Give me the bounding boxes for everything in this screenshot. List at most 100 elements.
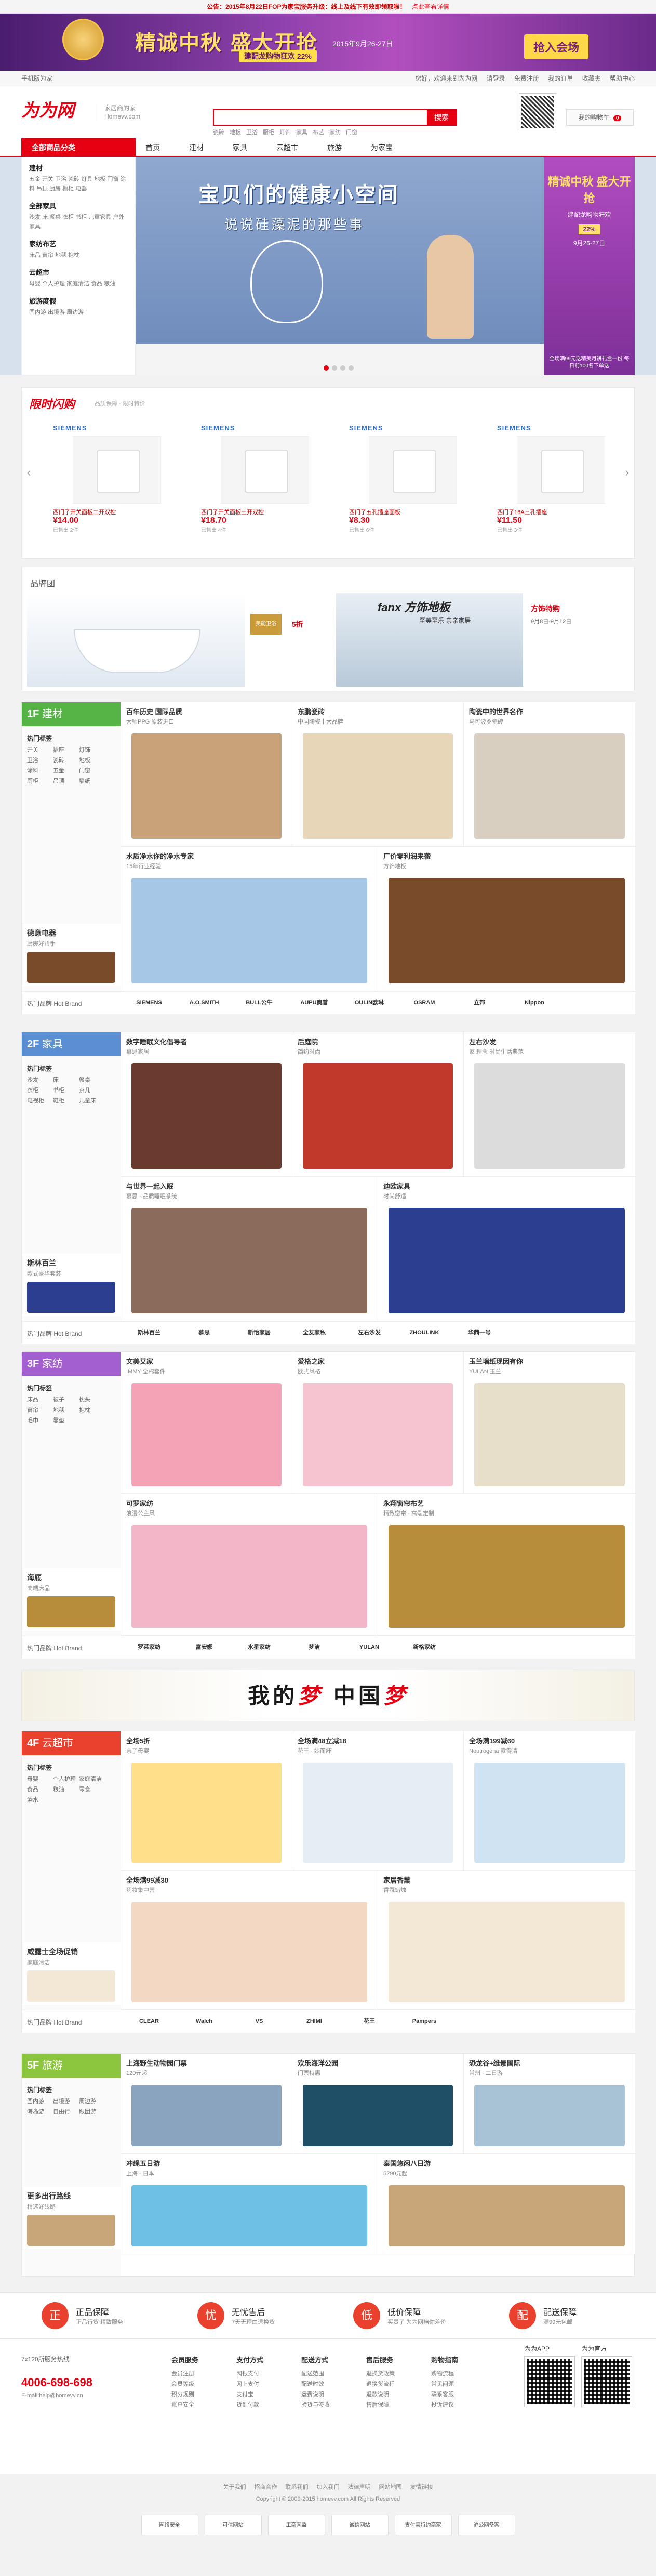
- prev-arrow-icon[interactable]: ‹: [27, 466, 31, 479]
- hot-word-link[interactable]: 家具: [296, 129, 307, 136]
- footer-link[interactable]: 常见问题: [431, 2379, 488, 2389]
- floor-cell[interactable]: 厂价零利润来袭 方饰地板: [378, 847, 635, 991]
- sidebar-group[interactable]: 云超市母婴 个人护理 家庭清洁 食品 粮油: [29, 267, 128, 288]
- product-name[interactable]: 西门子开关面板二开双控: [53, 508, 180, 516]
- carousel-dots[interactable]: [322, 365, 355, 372]
- hot-tag-link[interactable]: 沙发: [27, 1075, 53, 1085]
- floor-title[interactable]: 1F 建材: [22, 702, 121, 726]
- floor-cell[interactable]: 全场满99减30 药妆集中营: [121, 1871, 378, 2010]
- brand-logo[interactable]: 梦洁: [291, 1642, 338, 1651]
- nav-item[interactable]: 云超市: [276, 143, 298, 152]
- brand-logo[interactable]: 左右沙发: [346, 1328, 393, 1336]
- bottom-link[interactable]: 招商合作: [255, 2484, 277, 2490]
- hot-word-link[interactable]: 灯饰: [279, 129, 291, 136]
- hot-tag-link[interactable]: 茶几: [79, 1085, 105, 1096]
- favorites-link[interactable]: 收藏夹: [582, 75, 601, 82]
- hot-tag-link[interactable]: 床品: [27, 1395, 53, 1405]
- brand-logo[interactable]: YULAN: [346, 1644, 393, 1650]
- login-link[interactable]: 请登录: [487, 75, 505, 82]
- flash-product-card[interactable]: SIEMENS 西门子开关面板二开双控 ¥14.00 已售出 2件: [53, 424, 180, 549]
- footer-link[interactable]: 货到付款: [236, 2400, 293, 2410]
- hot-tag-link[interactable]: 周边游: [79, 2096, 105, 2107]
- hot-tag-link[interactable]: 厨柜: [27, 776, 53, 786]
- hot-tag-link[interactable]: 开关: [27, 745, 53, 755]
- site-logo[interactable]: 为为网: [21, 98, 84, 124]
- bottom-link[interactable]: 友情链接: [410, 2484, 433, 2490]
- hot-tag-link[interactable]: 靠垫: [53, 1415, 79, 1426]
- footer-link[interactable]: 会员注册: [171, 2369, 229, 2379]
- flash-product-card[interactable]: SIEMENS 西门子五孔插座面板 ¥8.30 已售出 6件: [349, 424, 476, 549]
- hot-tag-link[interactable]: 个人护理: [53, 1774, 79, 1784]
- brand-logo[interactable]: BULL公牛: [236, 998, 283, 1006]
- mobile-link[interactable]: 手机版为家: [21, 71, 52, 86]
- floor-title[interactable]: 5F 旅游: [22, 2054, 121, 2078]
- footer-link[interactable]: 退换货流程: [366, 2379, 423, 2389]
- floor-cell[interactable]: 全场5折 亲子母婴: [121, 1731, 292, 1871]
- footer-link[interactable]: 验货与签收: [301, 2400, 358, 2410]
- brand-logo[interactable]: VS: [236, 2018, 283, 2025]
- carousel-dot[interactable]: [340, 365, 345, 371]
- product-name[interactable]: 西门子16A三孔插座: [497, 508, 624, 516]
- hot-tag-link[interactable]: 吊顶: [53, 776, 79, 786]
- hot-tag-link[interactable]: 食品: [27, 1784, 53, 1795]
- floor-promo[interactable]: 斯林百兰 欧式豪华套装: [22, 1254, 121, 1316]
- floor-cell[interactable]: 冲绳五日游 上海 · 日本: [121, 2154, 378, 2254]
- product-image[interactable]: [368, 436, 457, 504]
- sidebar-group-links[interactable]: 母婴 个人护理 家庭清洁 食品 粮油: [29, 279, 128, 288]
- footer-link[interactable]: 账户安全: [171, 2400, 229, 2410]
- sidebar-group-title[interactable]: 旅游度假: [29, 296, 128, 306]
- register-link[interactable]: 免费注册: [514, 75, 539, 82]
- carousel-dot[interactable]: [324, 365, 329, 371]
- brand-logo[interactable]: 花王: [346, 2017, 393, 2025]
- footer-link[interactable]: 联系客服: [431, 2389, 488, 2400]
- brand-logo[interactable]: 富安娜: [181, 1642, 227, 1651]
- hot-word-link[interactable]: 门窗: [346, 129, 357, 136]
- carousel-dot[interactable]: [349, 365, 354, 371]
- banner-cta-button[interactable]: 抢入会场: [524, 34, 588, 59]
- product-image[interactable]: [72, 436, 161, 504]
- brand-logo[interactable]: ZHOULINK: [401, 1330, 448, 1336]
- hot-word-link[interactable]: 家纺: [329, 129, 341, 136]
- brand-logo[interactable]: 美能卫浴: [250, 614, 282, 635]
- floor-cell[interactable]: 水质净水你的净水专家 15年行业经验: [121, 847, 378, 991]
- hot-tag-link[interactable]: 零食: [79, 1784, 105, 1795]
- footer-link[interactable]: 投诉建议: [431, 2400, 488, 2410]
- hot-tag-link[interactable]: 地板: [79, 755, 105, 766]
- hot-word-link[interactable]: 瓷砖: [213, 129, 224, 136]
- nav-item[interactable]: 为家宝: [371, 143, 393, 152]
- nav-item[interactable]: 旅游: [327, 143, 342, 152]
- brand-logo[interactable]: Nippon: [511, 1000, 558, 1006]
- floor-ad[interactable]: fanx 方饰地板 至美至乐 亲亲家居: [336, 593, 523, 687]
- all-categories-button[interactable]: 全部商品分类: [21, 138, 136, 157]
- brand-logo[interactable]: ZHIMI: [291, 2018, 338, 2025]
- floor-cell[interactable]: 百年历史 国际品质 大师PPG 原装进口: [121, 702, 292, 847]
- sidebar-group-title[interactable]: 家纺布艺: [29, 239, 128, 248]
- hot-tag-link[interactable]: 卫浴: [27, 755, 53, 766]
- brand-logo[interactable]: 新格家纺: [401, 1642, 448, 1651]
- hot-tag-link[interactable]: 瓷砖: [53, 755, 79, 766]
- brand-logo[interactable]: CLEAR: [126, 2018, 172, 2025]
- footer-link[interactable]: 退换货政策: [366, 2369, 423, 2379]
- product-image[interactable]: [220, 436, 309, 504]
- promo-banner[interactable]: 精诚中秋 盛大开抢 建配龙购物狂欢 22% 2015年9月26-27日 抢入会场: [0, 14, 656, 71]
- hot-tag-link[interactable]: 国内游: [27, 2096, 53, 2107]
- floor-cell[interactable]: 左右沙发家 理念 时尚生活典范: [463, 1032, 635, 1177]
- sidebar-group[interactable]: 全部家具 沙发 床 餐桌 衣柜 书柜 儿童家具 户外家具: [29, 201, 128, 231]
- brand-logo[interactable]: 罗莱家纺: [126, 1642, 172, 1651]
- hot-tag-link[interactable]: 墙纸: [79, 776, 105, 786]
- hot-tag-link[interactable]: 海岛游: [27, 2107, 53, 2117]
- floor-cell[interactable]: 后庭院 简约时尚: [292, 1032, 463, 1177]
- sidebar-group-links[interactable]: 五金 开关 卫浴 瓷砖 灯具 地板 门窗 涂料 吊顶 厨房 橱柜 电器: [29, 175, 128, 193]
- hot-tag-link[interactable]: 衣柜: [27, 1085, 53, 1096]
- hot-tag-link[interactable]: 餐桌: [79, 1075, 105, 1085]
- floor-title[interactable]: 2F 家具: [22, 1032, 121, 1056]
- hot-tag-link[interactable]: 毛巾: [27, 1415, 53, 1426]
- cart-button[interactable]: 我的购物车 0: [566, 109, 634, 126]
- floor-title[interactable]: 3F 家纺: [22, 1352, 121, 1376]
- trust-badge[interactable]: 可信网站: [204, 2515, 262, 2535]
- sidebar-group-title[interactable]: 云超市: [29, 267, 128, 277]
- sidebar-group[interactable]: 家纺布艺 床品 窗帘 地毯 抱枕: [29, 239, 128, 260]
- footer-link[interactable]: 会员等级: [171, 2379, 229, 2389]
- bottom-link[interactable]: 关于我们: [223, 2484, 246, 2490]
- hot-tag-link[interactable]: 门窗: [79, 766, 105, 776]
